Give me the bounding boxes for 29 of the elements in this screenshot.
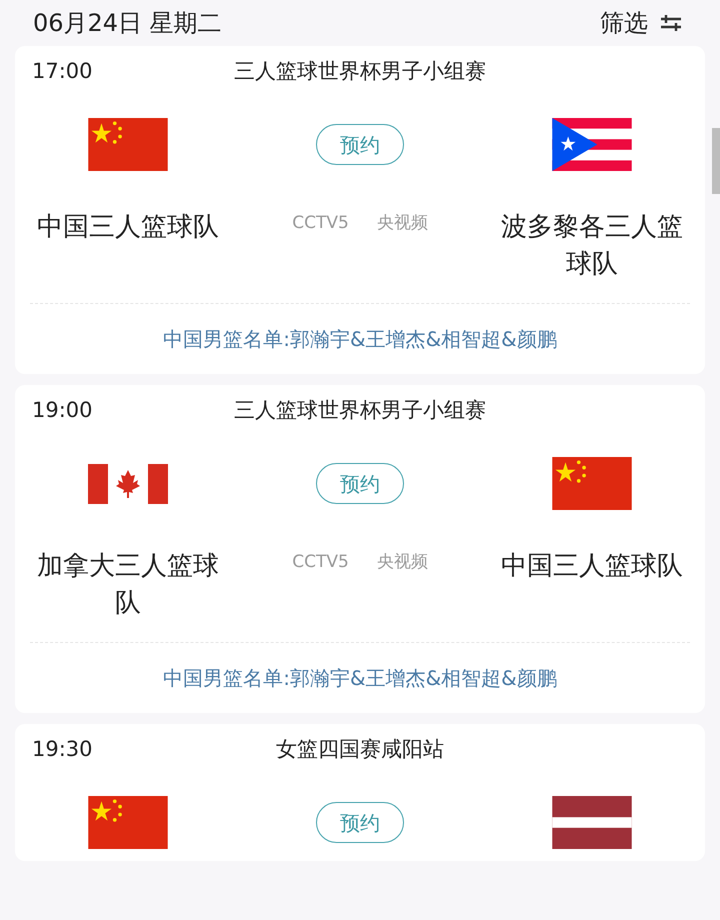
channel-label: 央视频 [376, 212, 428, 235]
match-time: 19:30 [31, 736, 94, 764]
channel-label: 央视频 [376, 551, 428, 574]
flag-icon [88, 464, 168, 504]
team-name: 中国三人篮球队 [36, 211, 220, 244]
roster-note: 中国男篮名单:郭瀚宇&王增杰&相智超&颜鹏 [163, 665, 557, 692]
scrollbar [712, 128, 720, 194]
match-title: 三人篮球世界杯男子小组赛 [234, 58, 486, 86]
channel-label: CCTV5 [292, 212, 349, 235]
reserve-button[interactable]: 预约 [316, 802, 404, 843]
team-name: 波多黎各三人篮球队 [500, 211, 684, 281]
channel-label: CCTV5 [292, 551, 349, 574]
date-title: 06月24日 星期二 [33, 8, 222, 39]
flag-icon [552, 796, 632, 849]
filter-button[interactable]: 筛选 [600, 5, 682, 41]
flag-icon [88, 118, 168, 171]
flag-icon [88, 796, 168, 849]
match-time: 17:00 [31, 58, 94, 86]
match-title: 女篮四国赛咸阳站 [276, 736, 444, 764]
team-name: 加拿大三人篮球队 [36, 550, 220, 620]
team-name: 中国三人篮球队 [500, 550, 684, 583]
reserve-button[interactable]: 预约 [316, 463, 404, 504]
match-title: 三人篮球世界杯男子小组赛 [234, 397, 486, 424]
filter-icon [660, 14, 682, 32]
match-time: 19:00 [31, 397, 94, 424]
roster-note: 中国男篮名单:郭瀚宇&王增杰&相智超&颜鹏 [163, 326, 557, 353]
flag-icon [552, 457, 632, 510]
flag-icon [552, 118, 632, 171]
reserve-button[interactable]: 预约 [316, 124, 404, 165]
